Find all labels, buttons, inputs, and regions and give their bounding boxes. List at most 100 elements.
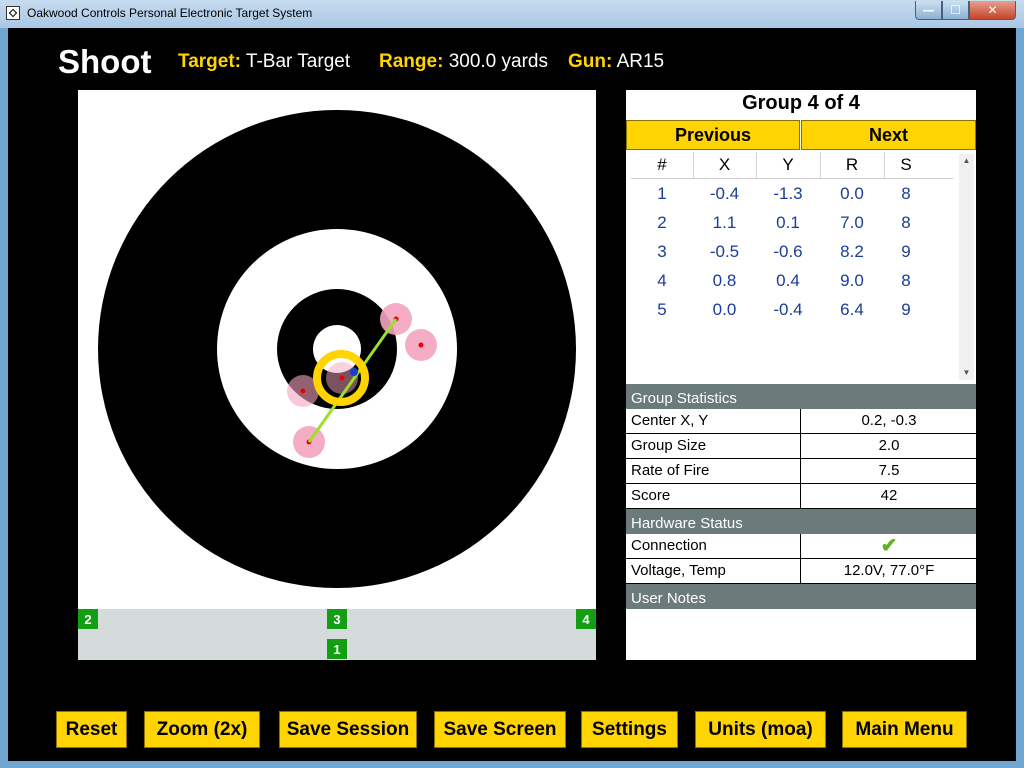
target-value: T-Bar Target	[245, 51, 351, 72]
group-panel: Group 4 of 4 Previous Next # X Y R S 1 -0…	[626, 90, 976, 660]
title-bar: Oakwood Controls Personal Electronic Tar…	[0, 0, 1024, 28]
stat-value: 7.5	[878, 462, 900, 479]
app-window: Shoot Target: T-Bar Target Range: 300.0 …	[8, 28, 1016, 761]
table-header: # X Y R S	[631, 152, 953, 179]
sensor-3-badge: 3	[327, 609, 347, 629]
table-row[interactable]: 2 1.1 0.1 7.0 8	[631, 209, 953, 238]
range-info: Range: 300.0 yards	[379, 51, 548, 73]
table-cell: -0.5	[709, 242, 740, 261]
zoom-button[interactable]: Zoom (2x)	[144, 711, 260, 748]
column-header: X	[693, 152, 757, 178]
table-row[interactable]: 1 -0.4 -1.3 0.0 8	[631, 180, 953, 209]
table-cell: 0.1	[776, 213, 800, 232]
table-cell: -0.4	[709, 184, 740, 203]
table-cell: 9.0	[840, 271, 864, 290]
table-cell: -1.3	[773, 184, 803, 203]
table-cell: 1	[657, 184, 667, 203]
target-graphic	[98, 110, 576, 588]
save-session-button[interactable]: Save Session	[279, 711, 417, 748]
target-view[interactable]	[78, 90, 596, 609]
table-cell: 3	[657, 242, 667, 261]
shot-dot	[418, 342, 424, 348]
table-cell: 2	[657, 213, 667, 232]
hardware-status-header: Hardware Status	[626, 509, 976, 534]
stat-value: 42	[880, 487, 898, 504]
stat-row-rate-of-fire: Rate of Fire 7.5	[626, 459, 976, 484]
table-scrollbar[interactable]: ▲ ▼	[959, 154, 974, 380]
gun-info: Gun: AR15	[568, 51, 664, 73]
main-menu-button[interactable]: Main Menu	[842, 711, 967, 748]
gun-label: Gun:	[568, 51, 613, 72]
column-header: S	[900, 155, 912, 174]
reset-button[interactable]: Reset	[56, 711, 127, 748]
target-label: Target:	[178, 51, 241, 72]
stat-label: Rate of Fire	[626, 459, 801, 483]
sensor-2-badge: 2	[78, 609, 98, 629]
stat-label: Center X, Y	[626, 409, 801, 433]
sensor-4-badge: 4	[576, 609, 596, 629]
user-notes-header: User Notes	[626, 584, 976, 609]
group-statistics-header: Group Statistics	[626, 384, 976, 409]
checkmark-icon: ✔	[880, 535, 898, 557]
table-cell: -0.6	[773, 242, 803, 261]
table-cell: 8	[901, 271, 911, 290]
table-cell: 1.1	[712, 213, 737, 232]
group-center-dot	[350, 368, 358, 376]
table-cell: 0.8	[712, 271, 737, 290]
next-group-button[interactable]: Next	[801, 120, 976, 150]
stat-label: Group Size	[626, 434, 801, 458]
connection-label: Connection	[626, 534, 801, 558]
previous-group-button[interactable]: Previous	[626, 120, 800, 150]
connection-status: ✔	[802, 534, 976, 558]
save-screen-button[interactable]: Save Screen	[434, 711, 566, 748]
table-cell: 8.2	[840, 242, 864, 261]
gun-value: AR15	[616, 51, 665, 72]
column-header: #	[631, 152, 694, 178]
shot-dot	[300, 388, 306, 394]
table-cell: 9	[901, 242, 911, 261]
close-button[interactable]: ✕	[969, 1, 1016, 20]
shot-table[interactable]: # X Y R S 1 -0.4 -1.3 0.0 8 2 1.1 0.1 7.0 8 3 -0.5 -…	[626, 152, 976, 382]
range-value: 300.0 yards	[448, 51, 548, 72]
table-row[interactable]: 4 0.8 0.4 9.0 8	[631, 267, 953, 296]
scroll-down-icon[interactable]: ▼	[959, 366, 974, 380]
shot-dot	[339, 375, 345, 381]
voltage-row: Voltage, Temp 12.0V, 77.0°F	[626, 559, 976, 584]
sensor-strip: 2 3 4 1	[78, 609, 596, 660]
table-row[interactable]: 5 0.0 -0.4 6.4 9	[631, 296, 953, 325]
table-cell: 7.0	[840, 213, 864, 232]
column-header: Y	[756, 152, 821, 178]
table-cell: 0.0	[840, 184, 864, 203]
table-cell: 8	[901, 184, 911, 203]
stat-row-group-size: Group Size 2.0	[626, 434, 976, 459]
maximize-button[interactable]: ☐	[942, 1, 969, 20]
group-title: Group 4 of 4	[742, 92, 860, 114]
table-cell: 5	[657, 300, 667, 319]
table-row[interactable]: 3 -0.5 -0.6 8.2 9	[631, 238, 953, 267]
stat-label: Score	[626, 484, 801, 508]
stat-row-score: Score 42	[626, 484, 976, 509]
user-notes-field[interactable]	[626, 609, 976, 660]
scroll-up-icon[interactable]: ▲	[959, 154, 974, 168]
range-label: Range:	[379, 51, 444, 72]
connection-row: Connection ✔	[626, 534, 976, 559]
stat-value: 0.2, -0.3	[861, 412, 917, 429]
settings-button[interactable]: Settings	[581, 711, 678, 748]
voltage-value: 12.0V, 77.0°F	[843, 562, 935, 579]
voltage-label: Voltage, Temp	[626, 559, 801, 583]
target-info: Target: T-Bar Target	[178, 51, 350, 73]
column-header: R	[820, 152, 885, 178]
page-title: Shoot	[58, 43, 152, 80]
minimize-button[interactable]: —	[915, 1, 942, 20]
units-button[interactable]: Units (moa)	[695, 711, 826, 748]
table-cell: 8	[901, 213, 911, 232]
table-cell: 6.4	[840, 300, 864, 319]
window-title: Oakwood Controls Personal Electronic Tar…	[27, 6, 313, 20]
stat-value: 2.0	[878, 437, 900, 454]
stat-row-center: Center X, Y 0.2, -0.3	[626, 409, 976, 434]
table-cell: -0.4	[773, 300, 803, 319]
sensor-1-badge: 1	[327, 639, 347, 659]
table-cell: 0.4	[776, 271, 800, 290]
table-cell: 9	[901, 300, 911, 319]
table-cell: 4	[657, 271, 667, 290]
